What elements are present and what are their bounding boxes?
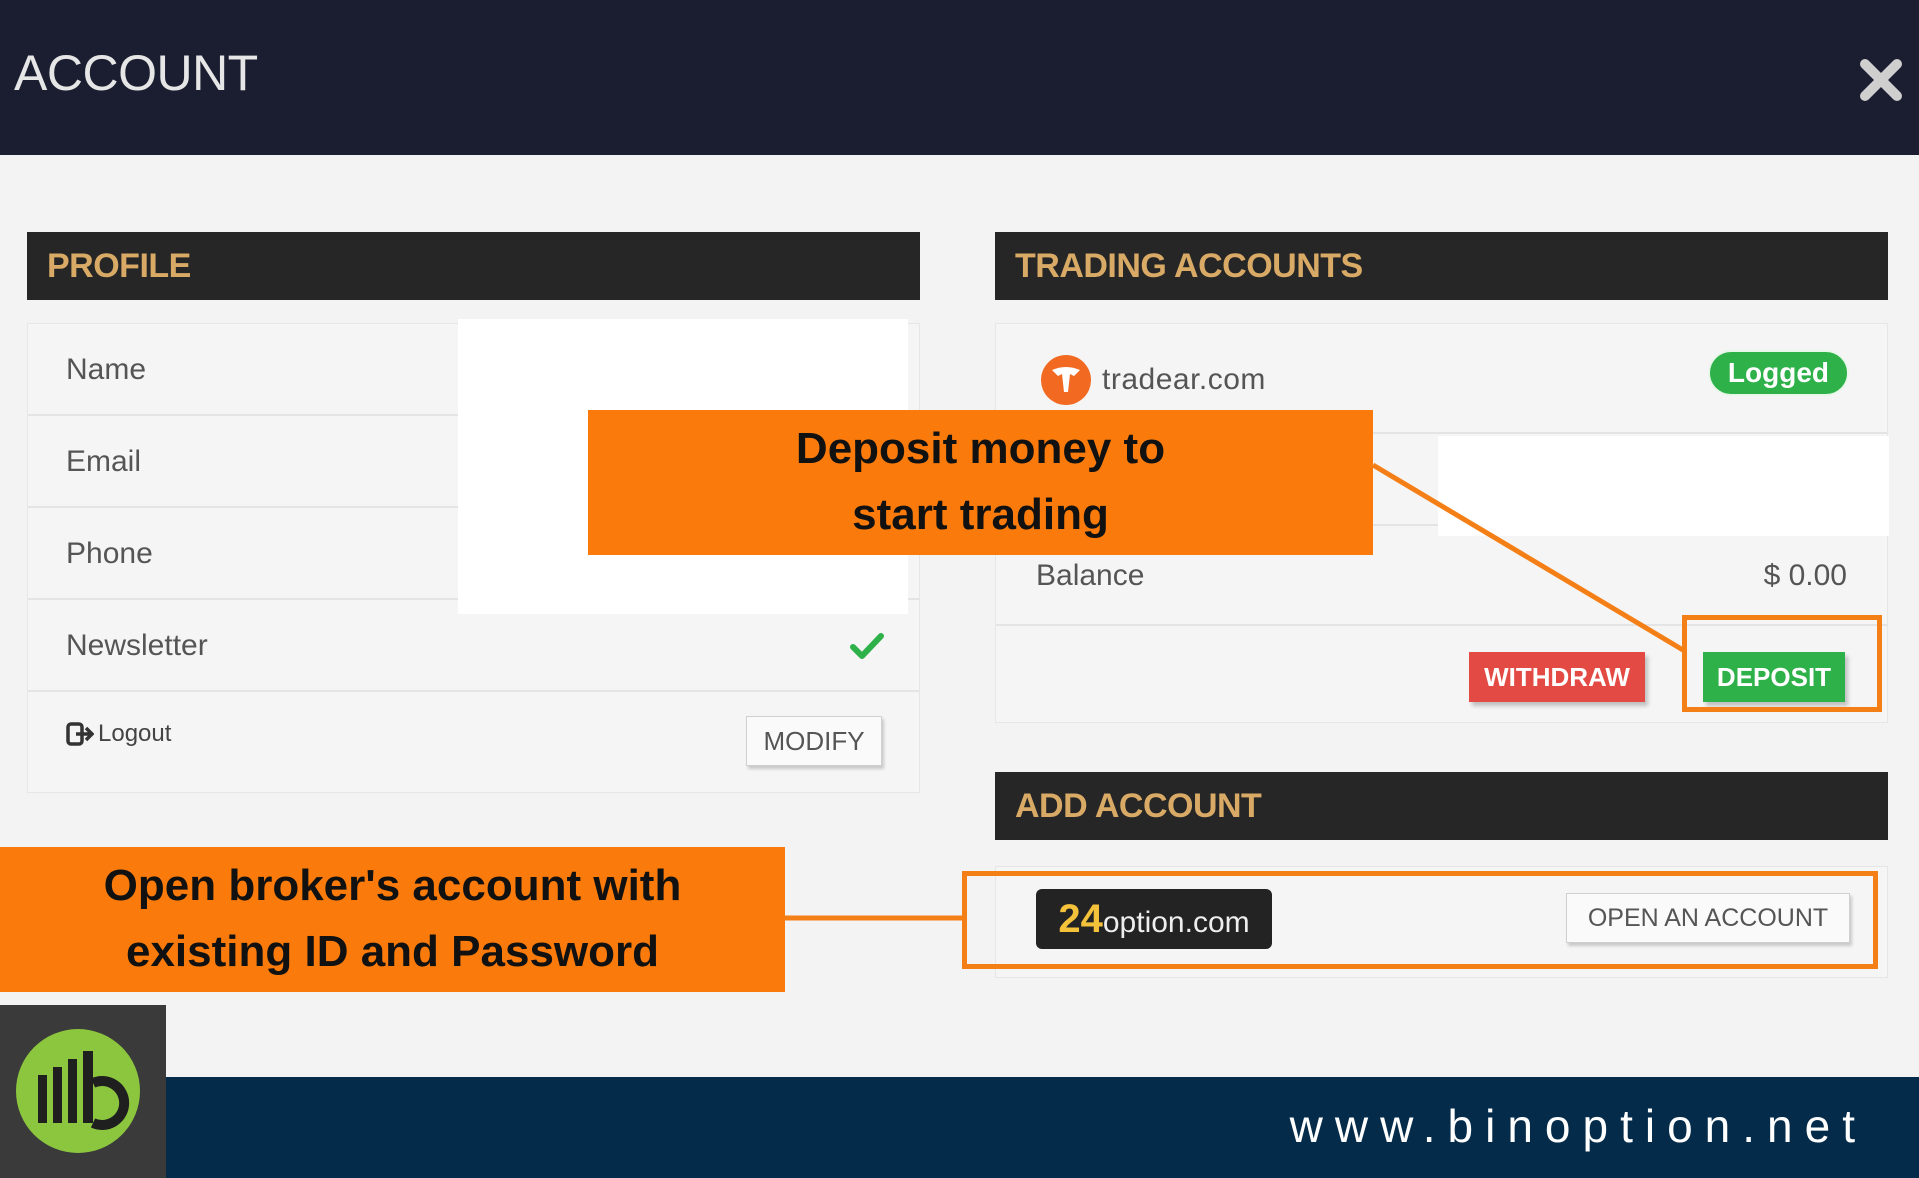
annotation-connectors: [785, 462, 1685, 921]
footer-url[interactable]: www.binoption.net: [1290, 1099, 1867, 1153]
footer-bar: www.binoption.net: [0, 1077, 1919, 1178]
deposit-connector-line: [1371, 462, 1685, 653]
binoption-logo: [0, 1005, 166, 1178]
add-account-highlight: [962, 871, 1878, 969]
binoption-logo-icon: [16, 1029, 140, 1153]
deposit-highlight: [1682, 615, 1882, 712]
